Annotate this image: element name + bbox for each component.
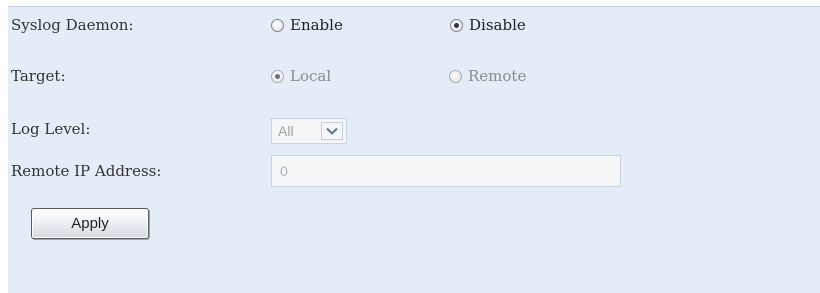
syslog-disable-radio[interactable]: Disable bbox=[450, 16, 526, 34]
syslog-disable-label: Disable bbox=[469, 16, 526, 34]
footer-band bbox=[8, 270, 820, 293]
target-remote-label: Remote bbox=[468, 67, 527, 85]
radio-button-icon[interactable] bbox=[449, 69, 462, 83]
radio-button-selected-icon[interactable] bbox=[271, 69, 284, 83]
chevron-down-icon[interactable] bbox=[321, 122, 343, 140]
radio-button-selected-icon[interactable] bbox=[450, 18, 463, 32]
remote-ip-input[interactable] bbox=[271, 155, 621, 187]
log-level-label: Log Level: bbox=[11, 120, 91, 138]
syslog-enable-label: Enable bbox=[290, 16, 343, 34]
log-level-select[interactable]: All bbox=[271, 118, 347, 144]
syslog-daemon-label: Syslog Daemon: bbox=[11, 16, 134, 34]
remote-ip-label: Remote IP Address: bbox=[11, 162, 162, 180]
syslog-enable-radio[interactable]: Enable bbox=[271, 16, 343, 34]
target-label: Target: bbox=[11, 67, 66, 85]
radio-button-icon[interactable] bbox=[271, 18, 284, 32]
target-remote-radio[interactable]: Remote bbox=[449, 67, 526, 85]
log-level-value: All bbox=[278, 123, 294, 139]
target-local-radio[interactable]: Local bbox=[271, 67, 331, 85]
apply-button[interactable]: Apply bbox=[31, 208, 149, 239]
target-local-label: Local bbox=[290, 67, 332, 85]
